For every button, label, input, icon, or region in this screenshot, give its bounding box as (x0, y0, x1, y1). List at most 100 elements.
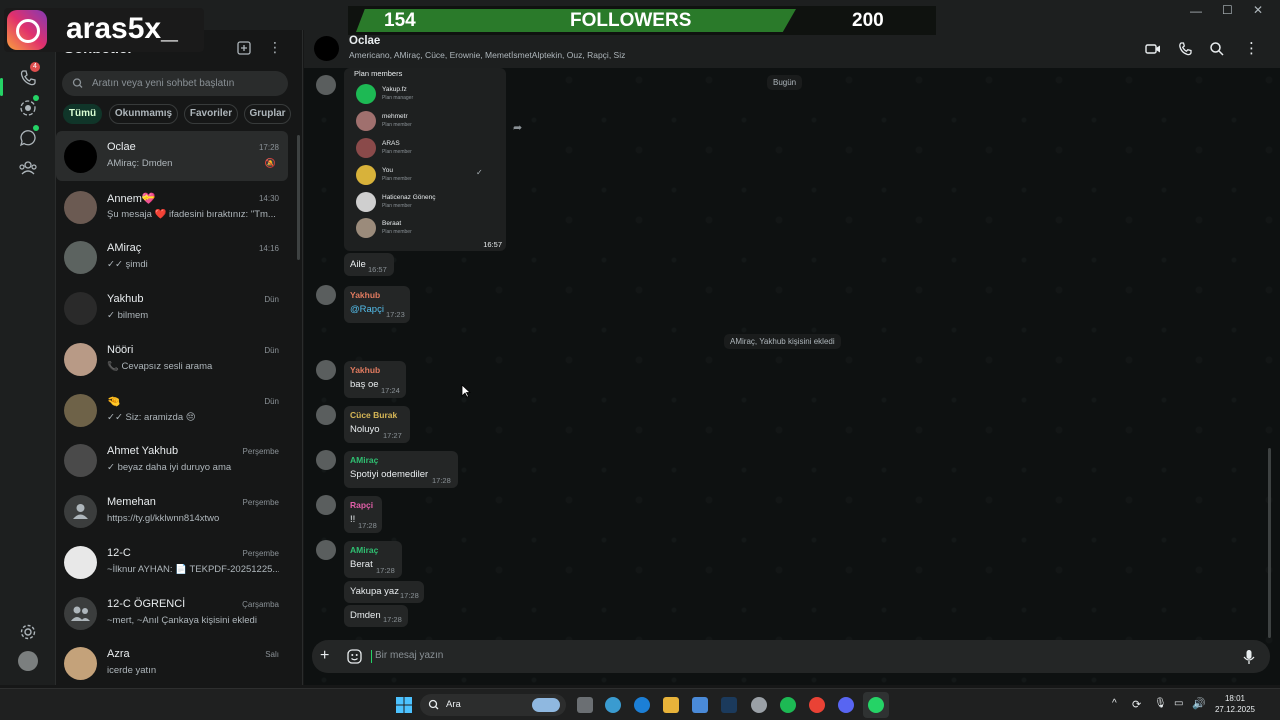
new-chat-icon[interactable] (236, 40, 252, 56)
message-mention[interactable]: @Rapçi (350, 304, 384, 315)
message-time: 17:28 (383, 615, 402, 624)
chat-row-oclae[interactable]: Oclae 17:28 AMiraç: Dmden 🔕 (56, 131, 288, 181)
communities-icon[interactable] (18, 158, 38, 178)
clock-date[interactable]: 27.12.2025 (1207, 705, 1263, 714)
status-icon[interactable] (18, 95, 39, 118)
message-bubble[interactable]: AMiraç Berat 17:28 (344, 541, 402, 578)
profile-avatar[interactable] (18, 651, 38, 671)
followers-goal-bar: 154 FOLLOWERS 200 (348, 6, 936, 35)
message-bubble[interactable]: Yakupa yaz 17:28 (344, 581, 424, 603)
file-explorer-icon[interactable] (663, 697, 679, 713)
chat-row-annem[interactable]: Annem💝 14:30 Şu mesaja ❤️ ifadesini bıra… (56, 182, 288, 232)
date-divider: Bugün (767, 75, 803, 90)
check-icon: ✓ (476, 168, 483, 177)
search-input[interactable]: Aratın veya yeni sohbet başlatın (62, 71, 288, 96)
chatlist-menu-icon[interactable]: ⋮ (268, 39, 282, 56)
chat-row-azra[interactable]: Azra Salı icerde yatın (56, 638, 288, 688)
message-input[interactable]: Bir mesaj yazın (375, 650, 443, 661)
chrome-icon[interactable] (809, 697, 825, 713)
maximize-button[interactable]: ☐ (1222, 3, 1233, 17)
settings-icon[interactable] (18, 622, 38, 642)
close-button[interactable]: ✕ (1253, 3, 1263, 17)
plan-member-role: Plan member (382, 149, 412, 155)
search-chat-icon[interactable] (1209, 41, 1225, 57)
chat-time: 17:28 (258, 143, 279, 152)
task-view-icon[interactable] (577, 697, 593, 713)
message-bubble[interactable]: Dmden 17:28 (344, 605, 408, 627)
chat-row-pinch[interactable]: 🤏 Dün ✓✓ Siz: aramizda 😔 (56, 385, 288, 435)
chat-time: 14:30 (258, 194, 279, 203)
sync-icon[interactable]: ⟳ (1132, 698, 1141, 711)
message-bubble[interactable]: Aile 16:57 (344, 253, 394, 276)
avatar (64, 647, 97, 680)
chat-last-message: ~mert, ~Anıl Çankaya kişisini ekledi (107, 615, 257, 626)
chat-name: Yakhub (107, 293, 144, 305)
chat-header[interactable]: Oclae Americano, AMiraç, Cüce, Erownie, … (304, 30, 1280, 68)
filter-groups[interactable]: Gruplar (244, 104, 291, 124)
plan-members-image[interactable]: Plan members Yakup.fz Plan manager mehme… (344, 68, 506, 251)
store-icon[interactable] (692, 697, 708, 713)
message-time: 17:28 (400, 591, 419, 600)
copilot-icon[interactable] (605, 697, 621, 713)
chatlist-scrollbar[interactable] (297, 135, 300, 260)
mouse-cursor-icon (461, 384, 471, 398)
spotify-icon[interactable] (780, 697, 796, 713)
app-icon[interactable] (751, 697, 767, 713)
network-icon[interactable]: ▭ (1174, 698, 1183, 709)
chat-row-12c[interactable]: 12-C Perşembe ~İlknur AYHAN: 📄 TEKPDF-20… (56, 537, 288, 587)
mic-tray-icon[interactable]: 🎙 (1154, 698, 1167, 709)
taskbar-search[interactable]: Ara (420, 694, 566, 716)
followers-label: FOLLOWERS (570, 10, 692, 31)
message-text: Dmden (350, 610, 381, 621)
minimize-button[interactable]: — (1190, 4, 1202, 18)
channels-icon[interactable] (18, 125, 39, 148)
plan-member-row: ARAS Plan member (356, 138, 496, 158)
volume-icon[interactable]: 🔊 (1192, 697, 1206, 710)
filter-favorites[interactable]: Favoriler (184, 104, 238, 124)
video-call-icon[interactable] (1145, 41, 1161, 57)
chat-row-memehan[interactable]: Memehan Perşembe https://ty.gl/kklwnn814… (56, 486, 288, 536)
filter-unread[interactable]: Okunmamış (109, 104, 178, 124)
chat-row-ahmet-yakhub[interactable]: Ahmet Yakhub Perşembe ✓ beyaz daha iyi d… (56, 435, 288, 485)
message-text: Yakupa yaz (350, 586, 399, 597)
message-bubble[interactable]: Yakhub @Rapçi 17:23 (344, 286, 410, 323)
avatar (356, 165, 376, 185)
chat-name: Ahmet Yakhub (107, 445, 179, 457)
discord-icon[interactable] (838, 697, 854, 713)
taskbar-search-label: Ara (446, 699, 461, 710)
calls-icon[interactable]: 4 (18, 62, 40, 88)
steam-icon[interactable] (721, 697, 737, 713)
edge-icon[interactable] (634, 697, 650, 713)
tray-chevron-icon[interactable]: ^ (1112, 698, 1117, 709)
forward-icon[interactable]: ➦ (513, 121, 522, 134)
sender-avatar (316, 495, 336, 515)
chat-row-amirac[interactable]: AMiraç 14:16 ✓✓ şimdi (56, 232, 288, 282)
chat-menu-icon[interactable]: ⋮ (1244, 39, 1259, 57)
microphone-icon[interactable] (1242, 649, 1256, 665)
avatar (64, 191, 97, 224)
voice-call-icon[interactable] (1177, 41, 1193, 57)
message-bubble[interactable]: AMiraç Spotiyi odemediler 17:28 (344, 451, 458, 488)
attach-plus-icon[interactable]: + (320, 647, 329, 665)
clock-time[interactable]: 18:01 (1212, 694, 1258, 703)
message-text: !! (350, 514, 356, 525)
avatar (356, 192, 376, 212)
start-windows-icon[interactable] (396, 697, 412, 713)
chat-row-yakhub[interactable]: Yakhub Dün ✓ bilmem (56, 283, 288, 333)
chat-name: Memehan (107, 496, 156, 508)
messages-scrollbar[interactable] (1268, 448, 1271, 638)
group-avatar[interactable] (314, 36, 339, 61)
sticker-icon[interactable] (347, 649, 362, 664)
whatsapp-active-tile[interactable] (863, 692, 889, 718)
filter-all[interactable]: Tümü (63, 104, 102, 124)
search-icon (428, 698, 440, 712)
message-bubble[interactable]: Rapçi !! 17:28 (344, 496, 382, 533)
followers-current: 154 (384, 10, 416, 31)
chat-row-12c-ogrenci[interactable]: 12-C ÖGRENCİ Çarşamba ~mert, ~Anıl Çanka… (56, 588, 288, 638)
chat-row-noori[interactable]: Nööri Dün 📞 Cevapsız sesli arama (56, 334, 288, 384)
avatar (64, 140, 97, 173)
message-bubble[interactable]: Yakhub baş oe 17:24 (344, 361, 406, 398)
chat-last-message: 📞 Cevapsız sesli arama (107, 361, 213, 372)
message-bubble[interactable]: Cüce Burak Noluyo 17:27 (344, 406, 410, 443)
chat-last-message: https://ty.gl/kklwnn814xtwo (107, 513, 220, 524)
